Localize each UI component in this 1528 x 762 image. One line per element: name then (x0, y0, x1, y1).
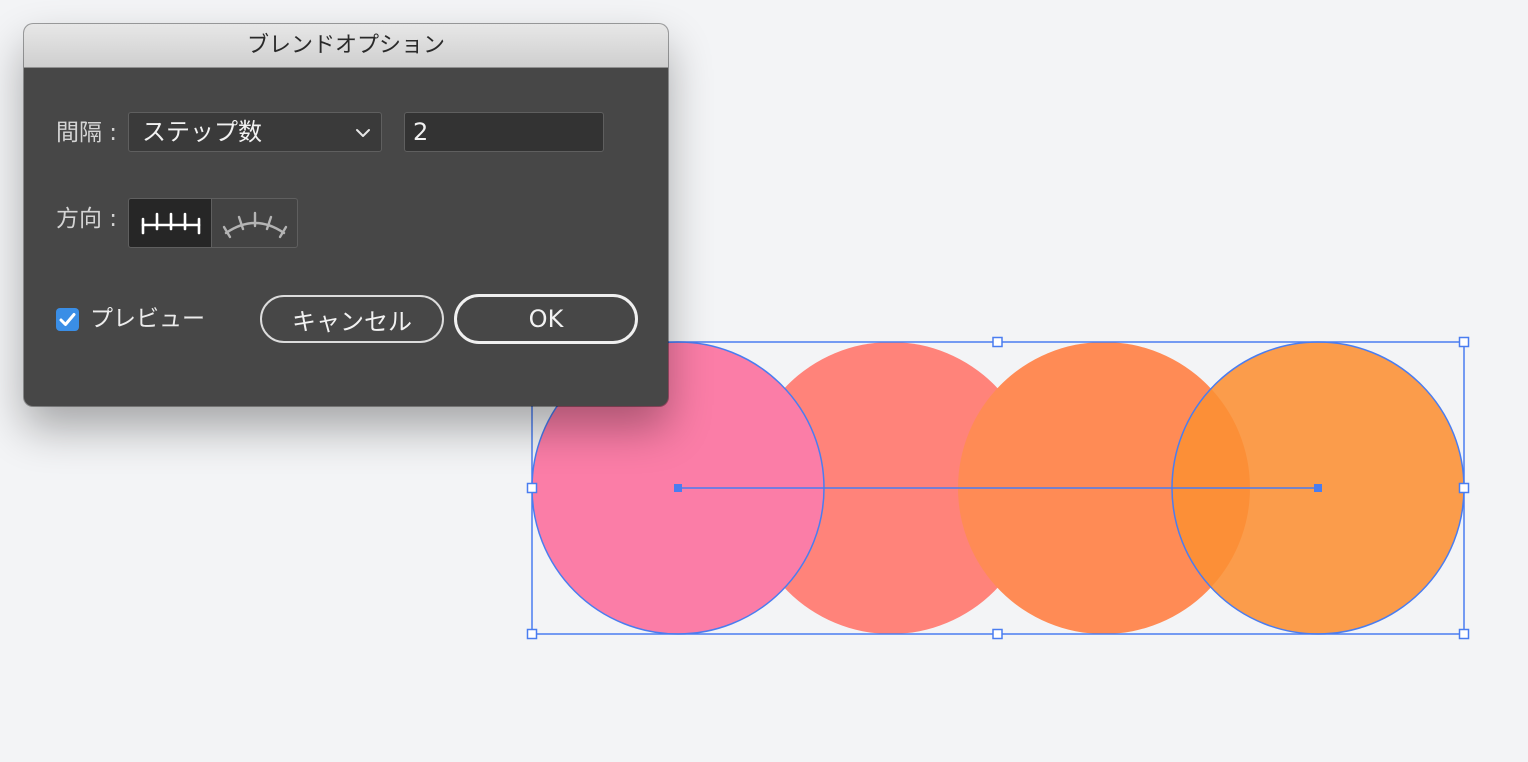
blend-options-dialog: ブレンドオプション 間隔 : ステップ数 方向 : (24, 24, 668, 406)
align-to-path-icon (222, 211, 288, 239)
resize-handle-bottom-left[interactable] (526, 628, 538, 640)
checkmark-icon (59, 313, 76, 326)
steps-input[interactable] (404, 112, 604, 152)
align-to-page-icon (141, 212, 201, 235)
orientation-label: 方向 : (56, 206, 118, 232)
spacing-label: 間隔 : (56, 120, 118, 146)
spine-anchor-start[interactable] (674, 484, 682, 492)
cancel-button[interactable]: キャンセル (260, 295, 444, 343)
align-to-path-button[interactable] (212, 198, 298, 248)
resize-handle-top-center[interactable] (992, 336, 1003, 348)
spacing-selected-value: ステップ数 (142, 118, 262, 146)
resize-handle-middle-left[interactable] (526, 482, 538, 494)
chevron-down-icon (356, 129, 370, 137)
ok-button[interactable]: OK (454, 294, 638, 344)
resize-handle-bottom-center[interactable] (992, 628, 1003, 640)
resize-handle-top-right[interactable] (1458, 336, 1470, 348)
spacing-dropdown[interactable]: ステップ数 (128, 112, 382, 152)
preview-label[interactable]: プレビュー (90, 304, 205, 334)
resize-handle-middle-right[interactable] (1458, 482, 1470, 494)
align-to-page-button[interactable] (128, 198, 212, 248)
dialog-title[interactable]: ブレンドオプション (24, 24, 668, 68)
preview-checkbox[interactable] (56, 308, 79, 331)
spine-anchor-end[interactable] (1314, 484, 1322, 492)
resize-handle-bottom-right[interactable] (1458, 628, 1470, 640)
